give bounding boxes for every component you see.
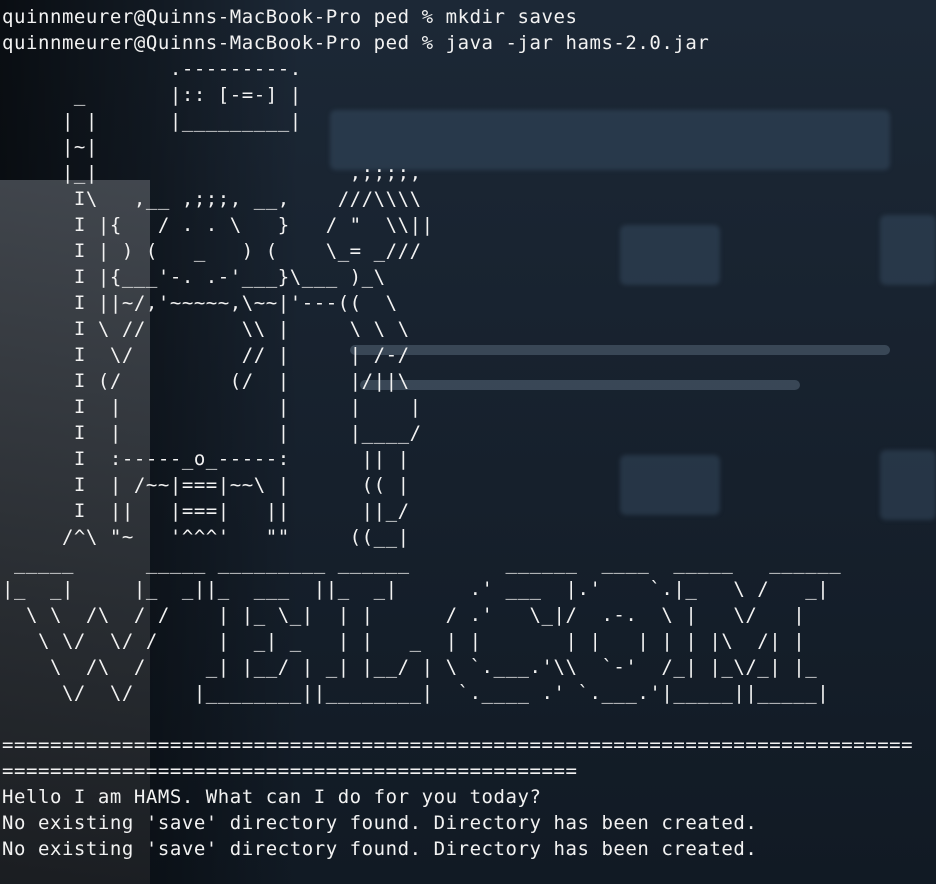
ascii-art-line: /^\ "~ '^^^' "" ((__| <box>2 526 410 548</box>
ascii-art-line: I |{ / . . \ } / " \\|| <box>2 214 434 236</box>
welcome-banner-line: \ \ /\ / / | |_ \_| | | / .' \_|/ .-. \ … <box>2 604 806 626</box>
welcome-banner-line: |_ _| |_ _||_ ___ ||_ _| .' ___ |.' `.|_… <box>2 578 830 600</box>
ascii-art-line: _ |:: [-=-] | <box>2 84 302 106</box>
divider-line: ========================================… <box>2 734 914 756</box>
command-line: quinnmeurer@Quinns-MacBook-Pro ped % jav… <box>2 32 710 54</box>
output-line: Hello I am HAMS. What can I do for you t… <box>2 786 542 808</box>
welcome-banner-line: \/ \/ |________||________| `.____ .' `._… <box>2 682 830 704</box>
command-line: quinnmeurer@Quinns-MacBook-Pro ped % mkd… <box>2 6 578 28</box>
welcome-banner-line: _____ _____ _________ ______ ______ ____… <box>2 552 842 574</box>
ascii-art-line: I | ) ( _ ) ( \_= _/// <box>2 240 422 262</box>
ascii-art-line: I :-----_o_-----: || | <box>2 448 410 470</box>
ascii-art-line: I \ // \\ | \ \ \ <box>2 318 410 340</box>
ascii-art-line: I \/ // | | /-/ <box>2 344 410 366</box>
ascii-art-line: I\ ,__ ,;;;, __, ///\\\\ <box>2 188 422 210</box>
divider-line: ========================================… <box>2 760 578 782</box>
welcome-banner-line: \ \/ \/ / | _| _ | | _ | | | | | | | |\ … <box>2 630 806 652</box>
ascii-art-line: |_| ,;;;;, <box>2 162 422 184</box>
ascii-art-line: I | | | | <box>2 396 422 418</box>
output-line: No existing 'save' directory found. Dire… <box>2 812 758 834</box>
ascii-art-line: I ||~/,'~~~~~,\~~|'---(( \ <box>2 292 398 314</box>
ascii-art-line: |~| <box>2 136 98 158</box>
ascii-art-line: I |{___'-. .-'___}\___ )_\ <box>2 266 386 288</box>
terminal-output[interactable]: quinnmeurer@Quinns-MacBook-Pro ped % mkd… <box>0 4 936 882</box>
ascii-art-line: .---------. <box>2 58 302 80</box>
output-line: No existing 'save' directory found. Dire… <box>2 838 758 860</box>
ascii-art-line: | | |_________| <box>2 110 302 132</box>
ascii-art-line: I | /~~|===|~~\ | (( | <box>2 474 410 496</box>
welcome-banner-line: \ /\ / _| |__/ | _| |__/ | \ `.___.'\\ `… <box>2 656 818 678</box>
ascii-art-line: I || |===| || ||_/ <box>2 500 410 522</box>
ascii-art-line: I | | |____/ <box>2 422 422 444</box>
ascii-art-line: I (/ (/ | |/||\ <box>2 370 410 392</box>
